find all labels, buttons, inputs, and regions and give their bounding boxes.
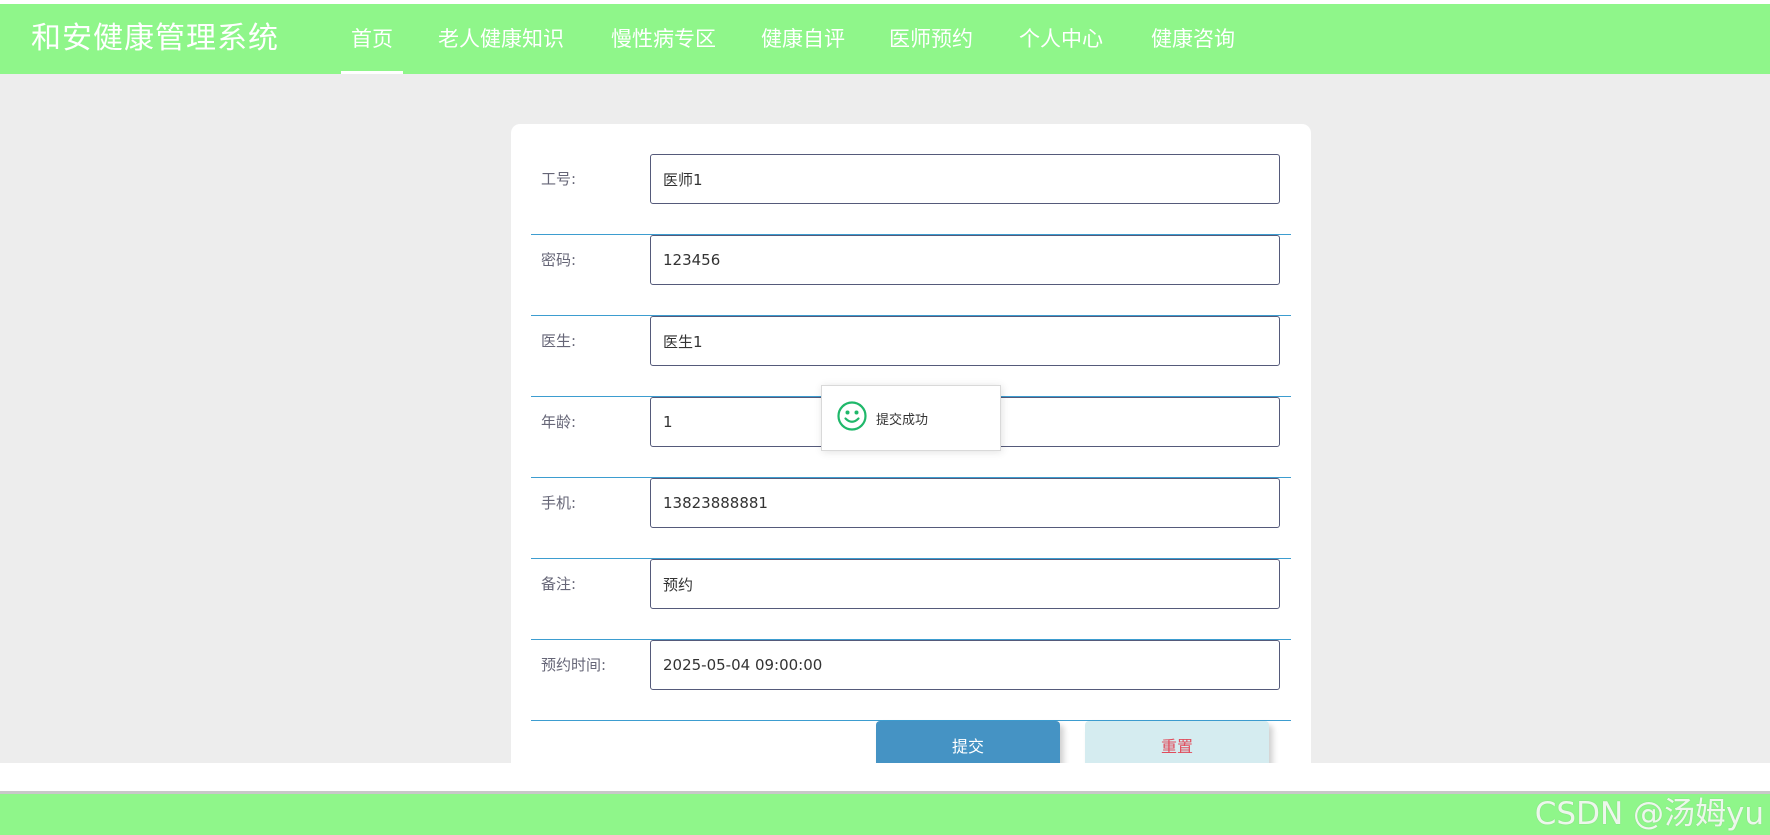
form-row-phone: 手机:: [531, 478, 1291, 559]
reset-button[interactable]: 重置: [1085, 721, 1269, 763]
smile-icon: [836, 400, 868, 436]
phone-input[interactable]: [650, 478, 1280, 528]
submit-button[interactable]: 提交: [876, 721, 1060, 763]
nav-elderly-health-knowledge[interactable]: 老人健康知识: [438, 4, 564, 74]
remarks-label: 备注:: [541, 575, 577, 593]
staff-id-label: 工号:: [541, 170, 577, 188]
form-row-remarks: 备注:: [531, 559, 1291, 640]
footer-spacer: [0, 763, 1770, 793]
appointment-time-input[interactable]: [650, 640, 1280, 690]
watermark: CSDN @汤姆yu: [1534, 796, 1764, 832]
password-input[interactable]: [650, 235, 1280, 285]
doctor-label: 医生:: [541, 332, 577, 350]
phone-label: 手机:: [541, 494, 577, 512]
nav-chronic-disease[interactable]: 慢性病专区: [611, 4, 716, 74]
form-row-appointment-time: 预约时间:: [531, 640, 1291, 721]
nav-home[interactable]: 首页: [341, 4, 403, 74]
staff-id-input[interactable]: [650, 154, 1280, 204]
nav-health-consultation[interactable]: 健康咨询: [1151, 4, 1235, 74]
top-navbar: 和安健康管理系统 首页 老人健康知识 慢性病专区 健康自评 医师预约 个人中心 …: [0, 4, 1770, 74]
nav-health-self-assessment[interactable]: 健康自评: [761, 4, 845, 74]
remarks-input[interactable]: [650, 559, 1280, 609]
form-row-password: 密码:: [531, 235, 1291, 316]
page-footer: CSDN @汤姆yu: [0, 794, 1770, 835]
appointment-time-label: 预约时间:: [541, 656, 607, 674]
form-row-staff-id: 工号:: [531, 154, 1291, 235]
age-label: 年龄:: [541, 413, 577, 431]
doctor-input[interactable]: [650, 316, 1280, 366]
nav-personal-center[interactable]: 个人中心: [1019, 4, 1103, 74]
nav-doctor-appointment[interactable]: 医师预约: [889, 4, 973, 74]
site-brand[interactable]: 和安健康管理系统: [31, 4, 279, 74]
password-label: 密码:: [541, 251, 577, 269]
success-toast: 提交成功: [821, 385, 1001, 451]
toast-message: 提交成功: [876, 412, 929, 428]
